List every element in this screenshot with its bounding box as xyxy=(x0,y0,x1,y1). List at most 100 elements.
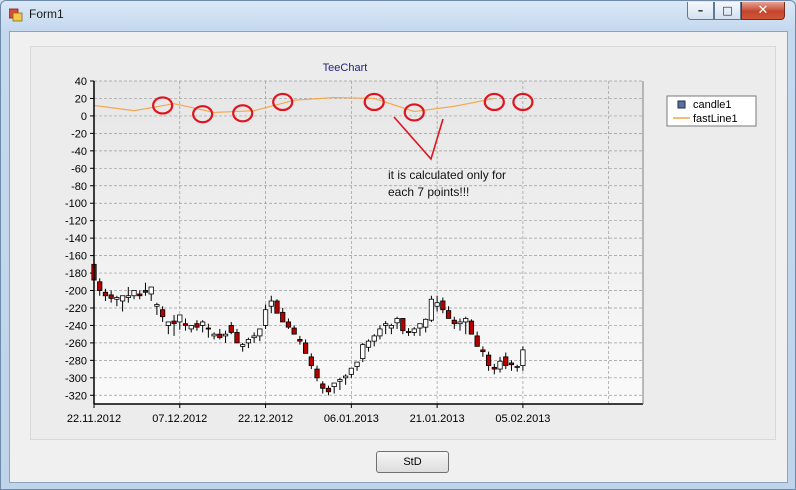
candle-body xyxy=(400,318,406,332)
close-icon: ✕ xyxy=(757,3,769,18)
candle-body xyxy=(291,327,297,335)
candle-body xyxy=(320,383,326,389)
candle-body xyxy=(285,321,292,328)
candle-body xyxy=(131,290,137,297)
candle-body xyxy=(377,328,383,337)
x-tick-label: 06.01.2013 xyxy=(324,413,379,425)
candle xyxy=(274,299,280,314)
candle-body xyxy=(268,300,274,307)
candle-body xyxy=(154,304,160,307)
candle-body xyxy=(411,328,417,333)
candle-body xyxy=(188,325,194,330)
x-tick-label: 21.01.2013 xyxy=(410,413,465,425)
candle-body xyxy=(331,382,337,387)
candle-body xyxy=(354,361,360,367)
y-tick-label: -160 xyxy=(65,251,87,263)
candle-body xyxy=(417,323,423,329)
candle-body xyxy=(217,333,223,339)
candle-body xyxy=(503,356,509,366)
candle-body xyxy=(302,342,309,354)
candle-body xyxy=(457,321,463,325)
candle-body xyxy=(177,314,183,323)
candle-body xyxy=(205,327,211,330)
legend: candle1 fastLine1 xyxy=(666,95,757,127)
candle-body xyxy=(108,294,114,299)
y-tick-label: 0 xyxy=(81,111,87,123)
candle-body xyxy=(234,332,240,344)
candle-body xyxy=(160,309,166,318)
candle-body xyxy=(228,325,234,333)
candle-body xyxy=(423,318,429,328)
candle-body xyxy=(337,379,343,382)
candle-body xyxy=(343,375,349,379)
y-tick-label: -320 xyxy=(65,390,87,402)
y-tick-label: -100 xyxy=(65,198,87,210)
candle-body xyxy=(257,328,263,337)
candle-body xyxy=(480,349,486,353)
form-app-icon xyxy=(9,8,23,22)
y-tick-label: 20 xyxy=(75,93,87,105)
legend-entry-fastline: fastLine1 xyxy=(693,113,738,125)
candle-body xyxy=(325,387,332,393)
candle xyxy=(428,295,435,322)
candle-body xyxy=(97,281,103,291)
minimize-button[interactable]: – xyxy=(687,2,714,20)
candle-body xyxy=(360,344,366,360)
candle-body xyxy=(119,295,126,302)
candle-body xyxy=(114,297,120,300)
y-tick-label: -280 xyxy=(65,355,87,367)
close-button[interactable]: ✕ xyxy=(741,2,785,20)
chart-panel: TeeChart 40 20 0 -20 -40 -60 -80 -100 -120 -140 -1… xyxy=(30,46,776,440)
candle-body xyxy=(383,323,389,326)
candle-body xyxy=(371,335,377,342)
annotation-line-2: each 7 points!!! xyxy=(388,185,469,199)
y-tick-label: -240 xyxy=(65,320,87,332)
app-window: Form1 – □ ✕ TeeChart 40 20 0 -20 -40 -60 -80 -1… xyxy=(0,0,796,490)
x-tick-label: 05.02.2013 xyxy=(495,413,550,425)
form-client-area: TeeChart 40 20 0 -20 -40 -60 -80 -100 -120 -140 -1… xyxy=(9,31,788,483)
candle-body xyxy=(137,293,143,297)
candle-body xyxy=(262,309,269,326)
candle-body xyxy=(497,360,503,370)
candle-body xyxy=(451,319,457,325)
candle-body xyxy=(182,323,189,326)
annotation-line-1: it is calculated only for xyxy=(388,168,506,182)
candle-body xyxy=(394,318,400,324)
candle-body xyxy=(514,366,520,368)
title-bar[interactable]: Form1 – □ ✕ xyxy=(1,1,795,29)
candle-body xyxy=(365,340,372,348)
x-tick-label: 22.12.2012 xyxy=(238,413,293,425)
candle-body xyxy=(445,310,452,319)
y-tick-label: -300 xyxy=(65,373,87,385)
candle-body xyxy=(428,298,435,321)
candle-body xyxy=(142,290,149,293)
candle-body xyxy=(297,338,303,342)
teechart[interactable]: TeeChart 40 20 0 -20 -40 -60 -80 -100 -120 -140 -1… xyxy=(31,47,775,439)
candle-body xyxy=(194,323,200,328)
candle-body xyxy=(463,318,469,323)
x-tick-label: 22.11.2012 xyxy=(67,413,121,425)
candle xyxy=(468,319,475,335)
y-tick-label: 40 xyxy=(75,76,87,88)
candle-body xyxy=(440,300,446,311)
plot-area xyxy=(94,81,643,404)
candle-body xyxy=(508,362,515,366)
candle-body xyxy=(125,295,131,298)
candle-body xyxy=(165,321,171,326)
candle-body xyxy=(171,320,177,325)
candle-body xyxy=(348,367,354,375)
candle-body xyxy=(245,338,252,344)
chart-title: TeeChart xyxy=(323,62,368,74)
y-tick-label: -140 xyxy=(65,233,87,245)
window-title: Form1 xyxy=(29,7,64,21)
std-button[interactable]: StD xyxy=(376,451,449,473)
legend-entry-candle: candle1 xyxy=(693,99,732,111)
candle-body xyxy=(468,320,475,335)
candle-body xyxy=(485,354,492,366)
candle-body xyxy=(405,331,412,333)
maximize-button[interactable]: □ xyxy=(714,2,741,20)
candle-body xyxy=(520,349,526,366)
candle-body xyxy=(274,300,280,314)
y-tick-label: -220 xyxy=(65,303,87,315)
candle-body xyxy=(491,366,497,370)
